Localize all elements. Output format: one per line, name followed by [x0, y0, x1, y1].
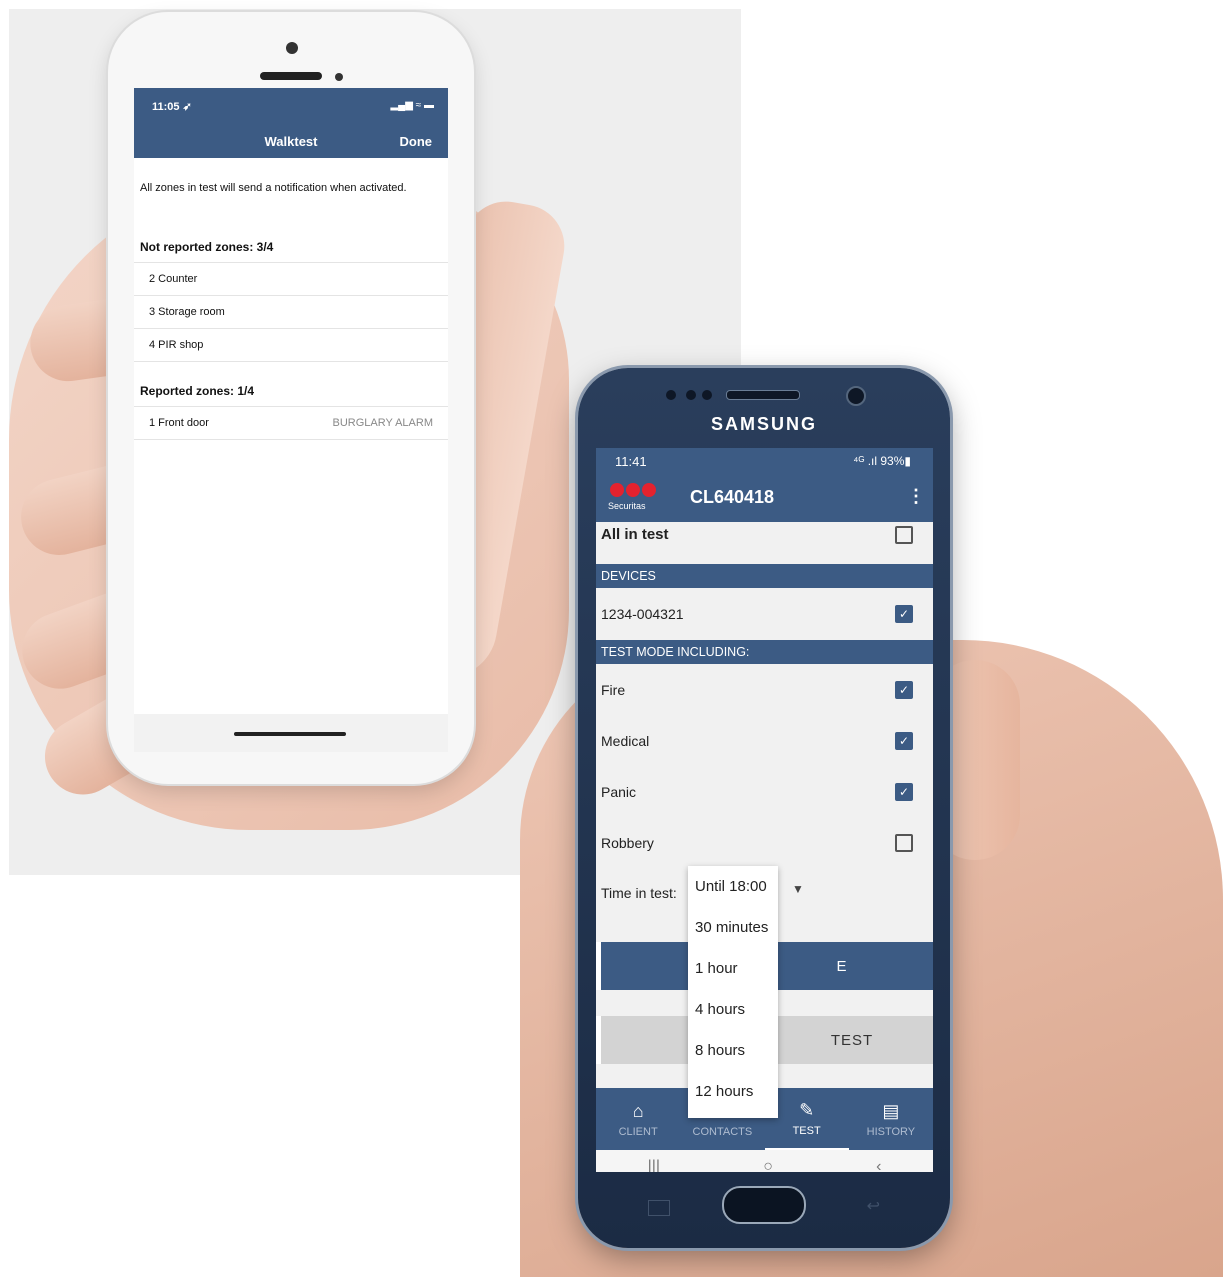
recents-icon[interactable]: ||| [648, 1158, 660, 1172]
android-status-time: 11:41 [615, 454, 647, 469]
dropdown-option[interactable]: 4 hours [688, 989, 778, 1030]
home-icon: ⌂ [632, 1100, 644, 1121]
hardware-home-button[interactable] [722, 1186, 806, 1224]
iphone-bottom-area [134, 714, 448, 752]
reported-title: Reported zones: 1/4 [140, 384, 255, 398]
option-label: Robbery [601, 834, 654, 851]
zone-row[interactable]: 1 Front door BURGLARY ALARM [134, 406, 448, 440]
option-label: Medical [601, 732, 650, 749]
not-reported-list: 2 Counter 3 Storage room 4 PIR shop [134, 262, 448, 362]
option-medical-row[interactable]: Medical ✓ [596, 715, 933, 766]
android-status-icons: ⁴ᴳ .ıl 93%▮ [853, 454, 911, 468]
all-in-test-row[interactable]: All in test [596, 522, 933, 564]
test-icon: ✎ [799, 1099, 815, 1120]
all-in-test-label: All in test [601, 526, 669, 543]
dropdown-option[interactable]: 12 hours [688, 1071, 778, 1112]
time-in-test-label: Time in test: [601, 885, 677, 901]
app-bar: Securitas CL640418 ⋮ [596, 476, 933, 522]
nav-client[interactable]: ⌂ CLIENT [596, 1088, 680, 1150]
hardware-back-key: ↩ [866, 1198, 880, 1215]
option-label: Fire [601, 681, 626, 698]
dropdown-option[interactable]: 1 hour [688, 948, 778, 989]
dropdown-option[interactable]: Until 18:00 [688, 866, 778, 907]
samsung-sensor [702, 390, 712, 400]
logo-dot [626, 483, 640, 497]
zone-row[interactable]: 2 Counter [134, 262, 448, 295]
option-fire-row[interactable]: Fire ✓ [596, 664, 933, 715]
option-label: Panic [601, 783, 637, 800]
time-dropdown-menu: Until 18:00 30 minutes 1 hour 4 hours 8 … [688, 866, 778, 1118]
samsung-device: SAMSUNG 11:41 ⁴ᴳ .ıl 93%▮ Securitas CL64… [578, 368, 950, 1248]
samsung-sensor [686, 390, 696, 400]
all-in-test-checkbox[interactable] [895, 526, 913, 544]
samsung-screen: 11:41 ⁴ᴳ .ıl 93%▮ Securitas CL640418 ⋮ A… [596, 448, 933, 1172]
test-mode-header: TEST MODE INCLUDING: [596, 640, 933, 664]
iphone-status-icons: ▂▄▆ ≈ ▬ [390, 100, 434, 111]
samsung-speaker [726, 390, 800, 400]
iphone-status-time: 11:05 ➶ [152, 101, 192, 113]
reported-list: 1 Front door BURGLARY ALARM [134, 406, 448, 440]
logo-dot [610, 483, 624, 497]
zone-label: 2 Counter [149, 273, 198, 285]
nav-label: TEST [792, 1124, 821, 1137]
walktest-header: 11:05 ➶ ▂▄▆ ≈ ▬ Walktest Done [134, 88, 448, 158]
done-button[interactable]: Done [400, 134, 433, 149]
option-panic-row[interactable]: Panic ✓ [596, 766, 933, 817]
back-icon[interactable]: ‹ [876, 1158, 881, 1172]
panic-checkbox[interactable]: ✓ [895, 782, 913, 801]
android-status-bar: 11:41 ⁴ᴳ .ıl 93%▮ [596, 448, 933, 476]
not-reported-title: Not reported zones: 3/4 [140, 240, 274, 254]
devices-header: DEVICES [596, 564, 933, 588]
securitas-logo: Securitas [608, 483, 658, 517]
iphone-camera [286, 42, 298, 54]
android-system-nav: ||| ○ ‹ [596, 1150, 933, 1172]
option-robbery-row[interactable]: Robbery [596, 817, 933, 868]
samsung-brand: SAMSUNG [710, 414, 817, 434]
nav-history[interactable]: ▤ HISTORY [849, 1088, 933, 1150]
client-id: CL640418 [690, 487, 775, 507]
home-indicator [234, 732, 346, 736]
robbery-checkbox[interactable] [895, 833, 913, 852]
samsung-camera [846, 386, 866, 406]
fire-checkbox[interactable]: ✓ [895, 680, 913, 699]
zone-row[interactable]: 3 Storage room [134, 295, 448, 328]
home-button-icon[interactable]: ○ [763, 1158, 773, 1172]
dropdown-option[interactable]: 30 minutes [688, 907, 778, 948]
secondary-button-label: TEST [830, 1031, 874, 1049]
zone-row[interactable]: 4 PIR shop [134, 328, 448, 362]
zone-label: 4 PIR shop [149, 339, 204, 351]
iphone-sensor [335, 73, 343, 81]
samsung-sensor [666, 390, 676, 400]
device-id: 1234-004321 [601, 606, 684, 622]
medical-checkbox[interactable]: ✓ [895, 731, 913, 750]
walktest-notice: All zones in test will send a notificati… [140, 182, 407, 194]
zone-status: BURGLARY ALARM [332, 417, 433, 429]
iphone-device: 11:05 ➶ ▂▄▆ ≈ ▬ Walktest Done All zones … [108, 12, 474, 784]
primary-button-label: E [836, 957, 848, 975]
nav-label: CLIENT [618, 1125, 658, 1138]
logo-dot [642, 483, 656, 497]
device-checkbox[interactable]: ✓ [895, 605, 913, 623]
iphone-speaker [260, 72, 322, 80]
clipboard-icon: ▤ [882, 1100, 900, 1121]
zone-label: 1 Front door [149, 417, 209, 429]
zone-label: 3 Storage room [149, 306, 225, 318]
nav-label: CONTACTS [692, 1125, 753, 1138]
overflow-menu-icon[interactable]: ⋮ [907, 486, 925, 507]
dropdown-caret-icon[interactable]: ▼ [792, 882, 804, 896]
nav-label: HISTORY [866, 1125, 916, 1138]
logo-text: Securitas [608, 501, 646, 511]
iphone-screen: 11:05 ➶ ▂▄▆ ≈ ▬ Walktest Done All zones … [134, 88, 448, 752]
device-row[interactable]: 1234-004321 ✓ [596, 588, 933, 640]
dropdown-option[interactable]: 8 hours [688, 1030, 778, 1071]
hardware-recent-key [648, 1200, 670, 1216]
